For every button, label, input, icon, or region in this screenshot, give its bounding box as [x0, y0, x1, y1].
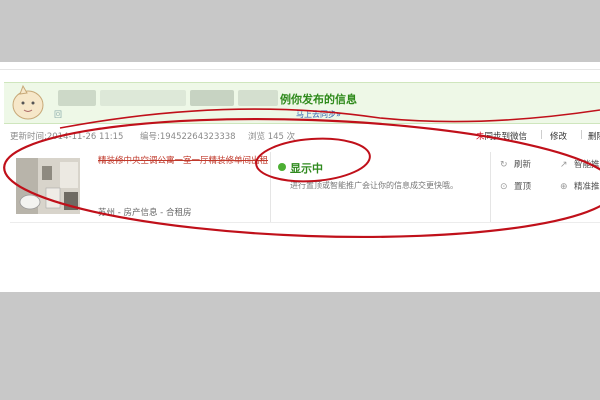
column-divider	[490, 152, 491, 222]
listing-page: 例你发布的信息 回 马上去同步» 更新时间:2014-11-26 11:15 编…	[0, 62, 600, 292]
sync-wechat-link[interactable]: 未同步到微信	[476, 130, 527, 142]
banner-title: 例你发布的信息	[280, 93, 357, 106]
mascot-icon	[12, 84, 44, 120]
banner-subtext: 回	[54, 110, 62, 119]
publish-notice-banner: 例你发布的信息 回 马上去同步»	[4, 82, 600, 124]
listing-thumbnail[interactable]	[16, 158, 80, 214]
separator: |	[540, 130, 543, 140]
listing-title-link[interactable]: 精装修中央空调公寓一室一厅精装修单间出租	[98, 156, 268, 167]
blurred-text	[238, 90, 278, 106]
update-time: 更新时间:2014-11-26 11:15	[10, 132, 124, 142]
refresh-label: 刷新	[514, 160, 532, 170]
column-divider	[270, 152, 271, 222]
blurred-text	[100, 90, 186, 106]
blurred-text	[190, 90, 234, 106]
target-icon: ⊕	[560, 182, 568, 192]
smart-promote-label: 智能推	[574, 160, 600, 170]
refresh-button[interactable]: ↻ 刷新	[500, 158, 531, 170]
pin-icon: ⊙	[500, 182, 508, 192]
view-count: 浏览 145 次	[248, 132, 296, 142]
smart-promote-icon: ↗	[560, 160, 568, 170]
refresh-icon: ↻	[500, 160, 508, 170]
listing-number: 编号:19452264323338	[140, 132, 236, 142]
sync-now-link[interactable]: 马上去同步»	[296, 109, 341, 120]
precise-promote-button[interactable]: ⊕ 精准推	[560, 180, 600, 192]
promotion-hint: 进行置顶或智能推广会让你的信息成交更快哦。	[290, 181, 458, 190]
status-dot-icon	[278, 163, 286, 171]
precise-promote-label: 精准推	[574, 182, 600, 192]
status-label: 显示中	[290, 162, 323, 175]
smart-promote-button[interactable]: ↗ 智能推	[560, 158, 600, 170]
edit-link[interactable]: 修改	[550, 130, 567, 142]
sync-label: 同步到微信	[484, 132, 528, 142]
row-divider	[10, 222, 600, 223]
pin-label: 置顶	[514, 182, 532, 192]
listing-row: 精装修中央空调公寓一室一厅精装修单间出租 苏州 - 房产信息 - 合租房 显示中…	[10, 152, 600, 280]
listing-category: 苏州 - 房产信息 - 合租房	[98, 208, 192, 218]
listing-status: 显示中	[278, 160, 323, 176]
delete-link[interactable]: 删除	[588, 130, 600, 142]
sync-prefix: 未	[476, 132, 485, 142]
separator: |	[580, 130, 583, 140]
pin-top-button[interactable]: ⊙ 置顶	[500, 180, 531, 192]
blurred-text	[58, 90, 96, 106]
listing-meta-bar: 更新时间:2014-11-26 11:15 编号:19452264323338 …	[10, 130, 600, 144]
top-divider	[0, 69, 600, 70]
